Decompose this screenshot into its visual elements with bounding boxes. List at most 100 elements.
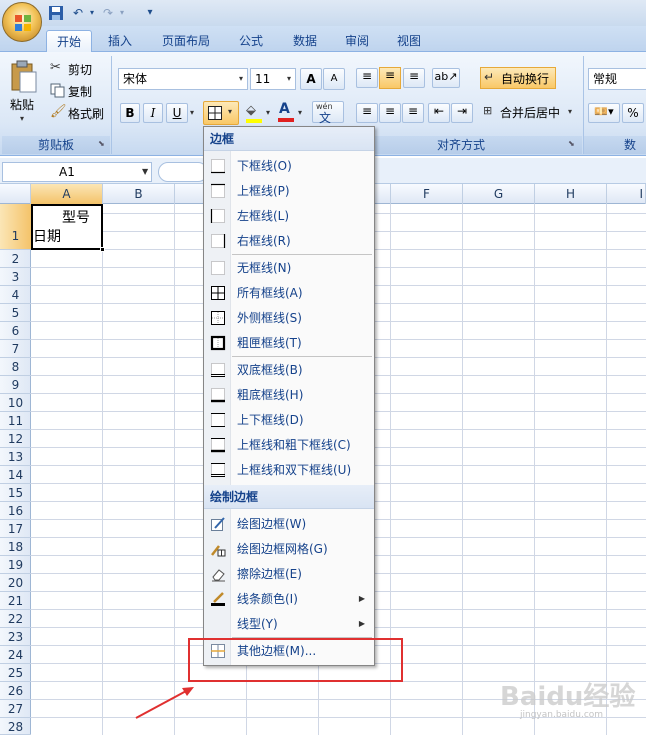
menu-item-draw-border[interactable]: 绘图边框(W) xyxy=(205,512,373,536)
column-header[interactable]: I xyxy=(607,184,646,204)
row-header[interactable]: 11 xyxy=(0,412,31,430)
merge-center-button[interactable]: ⊞ 合并后居中 ▾ xyxy=(482,103,578,123)
row-header[interactable]: 7 xyxy=(0,340,31,358)
row-header[interactable]: 14 xyxy=(0,466,31,484)
formula-bar-resize-handle[interactable] xyxy=(158,162,208,182)
paste-button[interactable]: 粘贴 ▾ xyxy=(6,58,42,130)
redo-dropdown-icon[interactable]: ▾ xyxy=(114,5,130,21)
font-color-button[interactable]: A xyxy=(276,101,296,123)
shrink-font-button[interactable]: A xyxy=(323,68,345,90)
row-header[interactable]: 19 xyxy=(0,556,31,574)
underline-button[interactable]: U xyxy=(166,103,188,123)
align-right-button[interactable]: ≡ xyxy=(402,103,424,123)
percent-button[interactable]: % xyxy=(622,103,644,123)
row-header[interactable]: 13 xyxy=(0,448,31,466)
menu-item-thick-box-border[interactable]: 粗匣框线(T) xyxy=(205,331,373,355)
menu-item-left-border[interactable]: 左框线(L) xyxy=(205,204,373,228)
row-header[interactable]: 3 xyxy=(0,268,31,286)
save-icon[interactable] xyxy=(48,5,64,21)
column-header[interactable]: B xyxy=(103,184,175,204)
align-middle-button[interactable]: ≡ xyxy=(379,67,401,89)
borders-button[interactable]: ▾ xyxy=(203,101,239,125)
fill-handle[interactable] xyxy=(100,247,105,252)
align-center-button[interactable]: ≡ xyxy=(379,103,401,123)
font-name-combo[interactable]: 宋体 ▾ xyxy=(118,68,248,90)
font-color-dropdown-icon[interactable]: ▾ xyxy=(298,108,302,117)
name-box-dropdown-icon[interactable]: ▼ xyxy=(142,167,148,176)
tab-page-layout[interactable]: 页面布局 xyxy=(154,30,218,52)
phonetic-button[interactable]: wén 文 xyxy=(312,101,344,125)
wrap-text-button[interactable]: ↵ 自动换行 xyxy=(480,67,556,89)
menu-item-all-borders[interactable]: 所有框线(A) xyxy=(205,281,373,305)
row-header[interactable]: 28 xyxy=(0,718,31,735)
row-header[interactable]: 2 xyxy=(0,250,31,268)
row-header[interactable]: 4 xyxy=(0,286,31,304)
row-header[interactable]: 6 xyxy=(0,322,31,340)
menu-item-right-border[interactable]: 右框线(R) xyxy=(205,229,373,253)
menu-item-line-color[interactable]: 线条颜色(I) ▶ xyxy=(205,587,373,611)
office-button[interactable] xyxy=(2,2,42,42)
customize-toolbar-button[interactable]: ▾ xyxy=(142,5,158,21)
menu-item-top-border[interactable]: 上框线(P) xyxy=(205,179,373,203)
tab-data[interactable]: 数据 xyxy=(284,30,326,52)
tab-formulas[interactable]: 公式 xyxy=(230,30,272,52)
menu-item-no-border[interactable]: 无框线(N) xyxy=(205,256,373,280)
menu-item-erase-border[interactable]: 擦除边框(E) xyxy=(205,562,373,586)
fill-color-dropdown-icon[interactable]: ▾ xyxy=(266,108,270,117)
underline-dropdown-icon[interactable]: ▾ xyxy=(190,108,194,117)
bold-button[interactable]: B xyxy=(120,103,140,123)
column-header[interactable]: H xyxy=(535,184,607,204)
row-header[interactable]: 15 xyxy=(0,484,31,502)
row-header[interactable]: 25 xyxy=(0,664,31,682)
menu-item-double-bottom-border[interactable]: 双底框线(B) xyxy=(205,358,373,382)
menu-item-line-style[interactable]: 线型(Y) ▶ xyxy=(205,612,373,636)
decrease-indent-button[interactable]: ⇤ xyxy=(428,103,450,123)
row-header[interactable]: 20 xyxy=(0,574,31,592)
align-top-button[interactable]: ≡ xyxy=(356,68,378,88)
row-header[interactable]: 18 xyxy=(0,538,31,556)
tab-home[interactable]: 开始 xyxy=(46,30,92,52)
row-header[interactable]: 22 xyxy=(0,610,31,628)
row-header[interactable]: 17 xyxy=(0,520,31,538)
orientation-button[interactable]: ab↗ xyxy=(432,68,460,88)
menu-item-top-double-bottom-border[interactable]: 上框线和双下框线(U) xyxy=(205,458,373,482)
row-header[interactable]: 9 xyxy=(0,376,31,394)
number-format-combo[interactable]: 常规 xyxy=(588,68,646,90)
row-header[interactable]: 24 xyxy=(0,646,31,664)
column-header[interactable]: G xyxy=(463,184,535,204)
fill-color-button[interactable]: ⬙ xyxy=(244,103,264,123)
align-left-button[interactable]: ≡ xyxy=(356,103,378,123)
menu-item-draw-border-grid[interactable]: 绘图边框网格(G) xyxy=(205,537,373,561)
alignment-launcher-icon[interactable]: ⬊ xyxy=(568,139,575,148)
row-header[interactable]: 27 xyxy=(0,700,31,718)
column-header[interactable]: F xyxy=(391,184,463,204)
row-header[interactable]: 5 xyxy=(0,304,31,322)
tab-insert[interactable]: 插入 xyxy=(100,30,140,52)
undo-dropdown-icon[interactable]: ▾ xyxy=(84,5,100,21)
row-header[interactable]: 1 xyxy=(0,204,31,250)
name-box[interactable]: A1 xyxy=(2,162,152,182)
menu-item-outside-borders[interactable]: 外侧框线(S) xyxy=(205,306,373,330)
row-header[interactable]: 8 xyxy=(0,358,31,376)
menu-item-top-bottom-border[interactable]: 上下框线(D) xyxy=(205,408,373,432)
row-header[interactable]: 10 xyxy=(0,394,31,412)
row-header[interactable]: 12 xyxy=(0,430,31,448)
accounting-format-button[interactable]: 💴▾ xyxy=(588,103,620,123)
row-header[interactable]: 23 xyxy=(0,628,31,646)
align-bottom-button[interactable]: ≡ xyxy=(403,68,425,88)
menu-item-bottom-border[interactable]: 下框线(O) xyxy=(205,154,373,178)
increase-indent-button[interactable]: ⇥ xyxy=(451,103,473,123)
row-header[interactable]: 26 xyxy=(0,682,31,700)
font-size-combo[interactable]: 11 ▾ xyxy=(250,68,296,90)
tab-review[interactable]: 审阅 xyxy=(336,30,378,52)
row-header[interactable]: 16 xyxy=(0,502,31,520)
row-header[interactable]: 21 xyxy=(0,592,31,610)
menu-item-top-thick-bottom-border[interactable]: 上框线和粗下框线(C) xyxy=(205,433,373,457)
menu-item-thick-bottom-border[interactable]: 粗底框线(H) xyxy=(205,383,373,407)
clipboard-launcher-icon[interactable]: ⬊ xyxy=(98,139,105,148)
italic-button[interactable]: I xyxy=(143,103,163,123)
grow-font-button[interactable]: A xyxy=(300,68,322,90)
tab-view[interactable]: 视图 xyxy=(388,30,430,52)
column-header[interactable]: A xyxy=(31,184,103,204)
select-all-button[interactable] xyxy=(0,184,31,204)
